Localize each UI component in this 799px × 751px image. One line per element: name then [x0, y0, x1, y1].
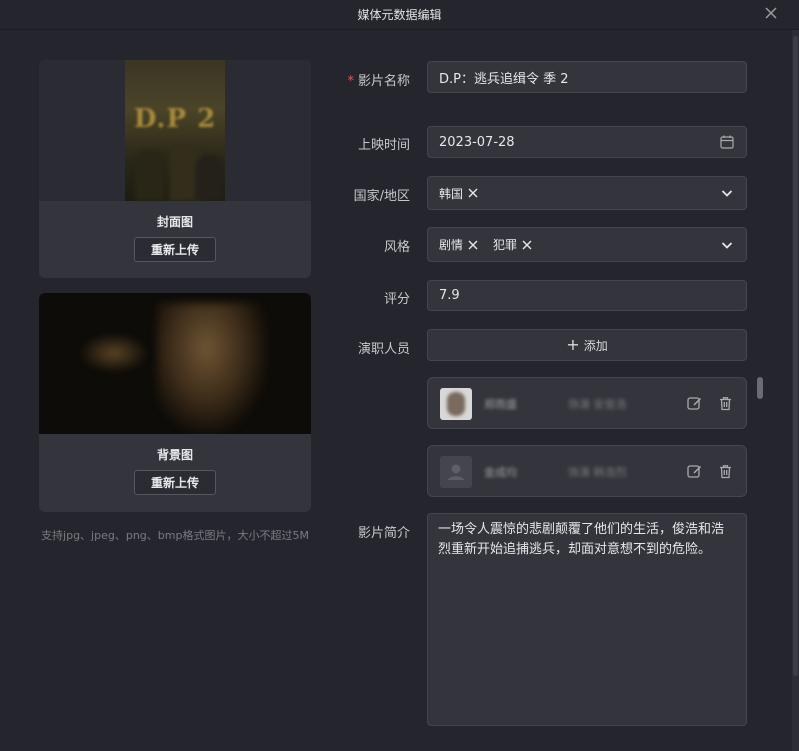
x-icon[interactable] — [467, 187, 479, 199]
avatar — [440, 388, 472, 420]
x-icon[interactable] — [521, 239, 533, 251]
cover-image-card: D.P 2 封面图 重新上传 — [39, 60, 311, 278]
edit-icon[interactable] — [686, 463, 703, 480]
cast-role: 饰演 安俊浩 — [568, 398, 627, 411]
edit-icon[interactable] — [686, 395, 703, 412]
dialog-titlebar: 媒体元数据编辑 — [0, 0, 799, 30]
trash-icon[interactable] — [717, 395, 734, 412]
cast-name: 郑雨盛 — [484, 398, 517, 411]
name-label: * 影片名称 — [347, 74, 410, 89]
required-mark: * — [347, 74, 354, 89]
cover-label: 封面图 — [156, 215, 193, 229]
cover-poster-image: D.P 2 — [125, 60, 225, 201]
cover-reupload-button[interactable]: 重新上传 — [134, 237, 216, 262]
background-label: 背景图 — [156, 448, 193, 462]
background-image — [39, 293, 311, 434]
cast-item: 郑雨盛 饰演 安俊浩 — [427, 377, 747, 429]
genre-tag: 犯罪 — [493, 236, 533, 253]
dialog-scrollbar[interactable] — [793, 36, 798, 676]
country-tag: 韩国 — [439, 185, 479, 202]
genre-select[interactable]: 剧情 犯罪 — [427, 227, 747, 262]
add-cast-button[interactable]: + 添加 — [427, 329, 747, 361]
trash-icon[interactable] — [717, 463, 734, 480]
genre-label: 风格 — [383, 240, 410, 255]
chevron-down-icon[interactable] — [719, 237, 735, 253]
name-input[interactable]: D.P：逃兵追缉令 季 2 — [427, 61, 747, 93]
synopsis-label: 影片简介 — [357, 526, 410, 541]
country-label: 国家/地区 — [353, 189, 410, 204]
genre-tag: 剧情 — [439, 236, 479, 253]
rating-label: 评分 — [383, 292, 410, 307]
synopsis-textarea[interactable]: 一场令人震惊的悲剧颠覆了他们的生活，俊浩和浩烈重新开始追捕逃兵，却面对意想不到的… — [427, 513, 747, 726]
dialog-title: 媒体元数据编辑 — [357, 8, 442, 22]
cast-label: 演职人员 — [357, 342, 410, 357]
avatar — [440, 456, 472, 488]
calendar-icon[interactable] — [719, 134, 735, 150]
poster-title-art: D.P 2 — [133, 104, 217, 134]
cover-image-area: D.P 2 — [39, 60, 311, 201]
metadata-edit-dialog: 媒体元数据编辑 D.P 2 封面图 重新上传 背景图 重新上传 支持jpg、jp… — [0, 0, 799, 751]
background-reupload-button[interactable]: 重新上传 — [134, 470, 216, 495]
release-label: 上映时间 — [357, 138, 410, 153]
rating-input[interactable]: 7.9 — [427, 280, 747, 311]
plus-icon: + — [566, 335, 580, 354]
close-icon[interactable] — [763, 5, 779, 21]
cast-role: 饰演 韩浩烈 — [568, 466, 627, 479]
upload-hint: 支持jpg、jpeg、png、bmp格式图片，大小不超过5M — [41, 529, 309, 542]
release-date-picker[interactable]: 2023-07-28 — [427, 126, 747, 158]
x-icon[interactable] — [467, 239, 479, 251]
cast-item: 金成均 饰演 韩浩烈 — [427, 445, 747, 497]
cast-name: 金成均 — [484, 466, 517, 479]
cast-list-scrollbar[interactable] — [757, 377, 763, 399]
background-image-card: 背景图 重新上传 — [39, 293, 311, 512]
country-select[interactable]: 韩国 — [427, 176, 747, 210]
chevron-down-icon[interactable] — [719, 185, 735, 201]
